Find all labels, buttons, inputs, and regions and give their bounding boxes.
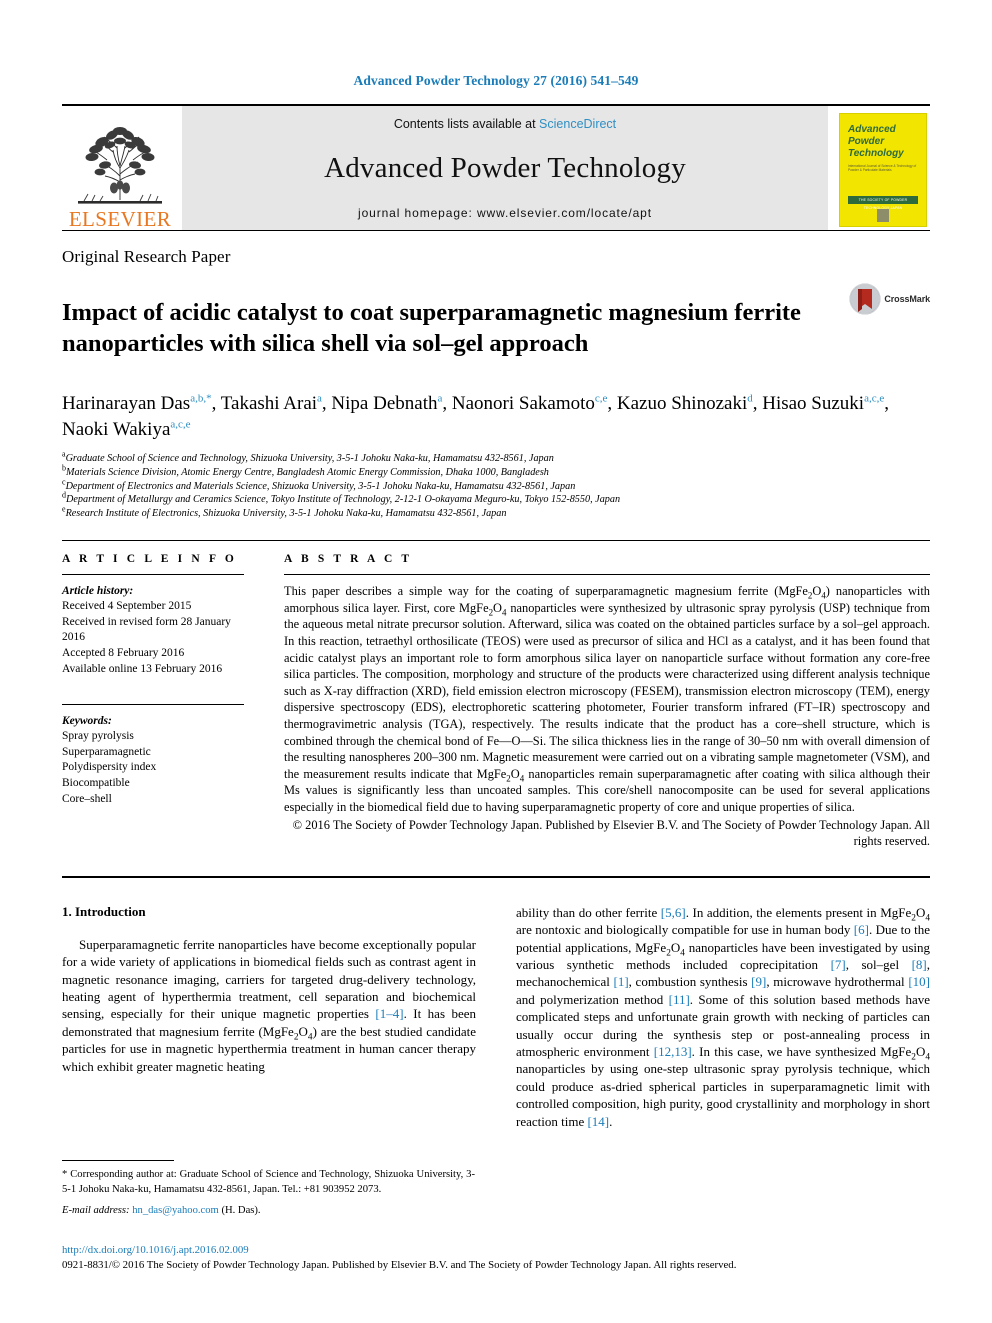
author-name: Takashi Arai [220, 393, 318, 415]
cover-society-mark-icon [877, 208, 889, 222]
body-top-rule [62, 875, 930, 878]
page-footer: http://dx.doi.org/10.1016/j.apt.2016.02.… [62, 1243, 930, 1273]
email-link[interactable]: hn_das@yahoo.com [132, 1205, 219, 1216]
author-name: Kazuo Shinozaki [616, 393, 748, 415]
affiliation-entry: bMaterials Science Division, Atomic Ener… [62, 464, 930, 480]
keyword-item: Superparamagnetic [62, 745, 151, 758]
abstract-column: A B S T R A C T This paper describes a s… [272, 553, 930, 850]
article-info-rule [62, 574, 244, 576]
author-affiliation-marks: a,c,e [170, 418, 191, 431]
footnote-block: * Corresponding author at: Graduate Scho… [62, 1160, 475, 1218]
article-history-item: Available online 13 February 2016 [62, 662, 223, 675]
author-list: Harinarayan Dasa,b,*, Takashi Araia, Nip… [62, 392, 889, 441]
keyword-lines: Spray pyrolysis Superparamagnetic Polydisp… [62, 729, 244, 807]
article-info-column: A R T I C L E I N F O Article history: R… [62, 553, 272, 850]
affiliation-text: Department of Metallurgy and Ceramics Sc… [66, 494, 621, 506]
affiliation-entry: eResearch Institute of Electronics, Shiz… [62, 505, 930, 521]
masthead-center: Contents lists available at ScienceDirec… [182, 105, 828, 230]
cover-title-line2: Powder [848, 135, 885, 147]
author-affiliation-marks: a [437, 392, 443, 405]
paper-type-label: Original Research Paper [62, 246, 231, 266]
author-affiliation-marks: a,c,e [864, 392, 885, 405]
article-history-label: Article history: [62, 585, 134, 598]
sciencedirect-link[interactable]: ScienceDirect [539, 117, 616, 131]
article-history-lines: Received 4 September 2015 Received in rev… [62, 599, 244, 677]
affiliation-list: aGraduate School of Science and Technolo… [62, 450, 930, 521]
keyword-item: Biocompatible [62, 777, 130, 790]
journal-cover-thumbnail[interactable]: Advanced Powder Technology International… [836, 105, 930, 230]
email-note: E-mail address: hn_das@yahoo.com (H. Das… [62, 1204, 475, 1218]
introduction-paragraph-right: ability than do other ferrite [5,6]. In … [516, 904, 931, 1129]
abstract-heading: A B S T R A C T [284, 553, 413, 566]
cover-title: Advanced Powder Technology [848, 124, 918, 160]
contents-available-line: Contents lists available at ScienceDirec… [394, 117, 616, 131]
affiliation-text: Research Institute of Electronics, Shizu… [65, 507, 507, 519]
crossmark-icon [849, 283, 881, 314]
author-name: Harinarayan Das [62, 393, 191, 415]
running-head: Advanced Powder Technology 27 (2016) 541… [353, 73, 639, 88]
cover-title-line3: Technology [848, 147, 904, 159]
body-column-left: 1. Introduction Superparamagnetic ferrit… [62, 904, 496, 1130]
article-history-item: Received in revised form 28 January 2016 [62, 615, 231, 644]
email-label: E-mail address: [62, 1204, 130, 1216]
contents-prefix: Contents lists available at [393, 116, 540, 131]
article-page: Advanced Powder Technology 27 (2016) 541… [0, 0, 992, 1323]
footnote-rule [62, 1160, 174, 1162]
article-history-block: Article history: Received 4 September 20… [62, 583, 244, 677]
info-abstract-block: A R T I C L E I N F O Article history: R… [62, 540, 930, 850]
cover-title-line1: Advanced [848, 123, 896, 135]
author-name: Nipa Debnath [331, 393, 438, 415]
affiliation-entry: cDepartment of Electronics and Materials… [62, 478, 930, 494]
footer-copyright: 0921-8831/© 2016 The Society of Powder T… [62, 1259, 737, 1271]
corresponding-author-note: * Corresponding author at: Graduate Scho… [62, 1169, 475, 1195]
introduction-paragraph-left: Superparamagnetic ferrite nanoparticles … [62, 936, 477, 1074]
affiliation-text: Materials Science Division, Atomic Energ… [66, 466, 549, 478]
cover-art: Advanced Powder Technology International… [839, 112, 927, 227]
author-name: Hisao Suzuki [762, 393, 865, 415]
journal-homepage-link[interactable]: journal homepage: www.elsevier.com/locat… [358, 206, 652, 220]
article-info-heading: A R T I C L E I N F O [62, 553, 237, 566]
affiliation-entry: dDepartment of Metallurgy and Ceramics S… [62, 491, 930, 507]
keywords-block: Keywords: Spray pyrolysis Superparamagnet… [62, 713, 244, 807]
abstract-body: This paper describes a simple way for th… [284, 584, 930, 814]
journal-masthead: ELSEVIER Contents lists available at Sci… [62, 103, 930, 230]
keyword-item: Core–shell [62, 792, 112, 805]
elsevier-logo: ELSEVIER [62, 106, 178, 230]
affiliation-entry: aGraduate School of Science and Technolo… [62, 450, 930, 466]
page-title: Impact of acidic catalyst to coat superp… [62, 298, 801, 357]
author-name: Naoki Wakiya [62, 419, 171, 441]
author-affiliation-marks: d [747, 392, 753, 405]
cover-subtitle: International Journal of Science & Techn… [848, 163, 917, 172]
author-affiliation-marks: c,e [594, 392, 608, 405]
affiliation-text: Graduate School of Science and Technolog… [65, 453, 554, 465]
masthead-bottom-rule [62, 229, 930, 231]
keyword-item: Spray pyrolysis [62, 730, 134, 743]
cover-society-band: THE SOCIETY OF POWDER TECHNOLOGY JAPAN [848, 195, 918, 210]
article-history-item: Accepted 8 February 2016 [62, 647, 185, 660]
body-columns: 1. Introduction Superparamagnetic ferrit… [62, 904, 930, 1130]
keywords-rule [62, 704, 244, 706]
body-column-right: ability than do other ferrite [5,6]. In … [496, 904, 930, 1130]
elsevier-tree-icon [78, 126, 162, 204]
affiliation-text: Department of Electronics and Materials … [65, 480, 576, 492]
article-history-item: Received 4 September 2015 [62, 600, 192, 613]
journal-title: Advanced Powder Technology [324, 151, 686, 184]
abstract-copyright: © 2016 The Society of Powder Technology … [292, 817, 930, 849]
email-owner: (H. Das). [221, 1204, 261, 1216]
doi-link[interactable]: http://dx.doi.org/10.1016/j.apt.2016.02.… [62, 1243, 930, 1257]
elsevier-wordmark: ELSEVIER [68, 206, 172, 231]
title-row: Impact of acidic catalyst to coat superp… [62, 281, 930, 376]
crossmark-badge[interactable]: CrossMark [849, 283, 930, 315]
author-name: Naonori Sakamoto [451, 393, 595, 415]
keyword-item: Polydispersity index [62, 761, 157, 774]
abstract-rule [284, 574, 930, 576]
introduction-heading: 1. Introduction [62, 903, 146, 919]
crossmark-label: CrossMark [884, 293, 930, 304]
author-affiliation-marks: a,b,* [190, 392, 212, 405]
keywords-label: Keywords: [62, 715, 112, 728]
author-affiliation-marks: a [317, 392, 322, 405]
